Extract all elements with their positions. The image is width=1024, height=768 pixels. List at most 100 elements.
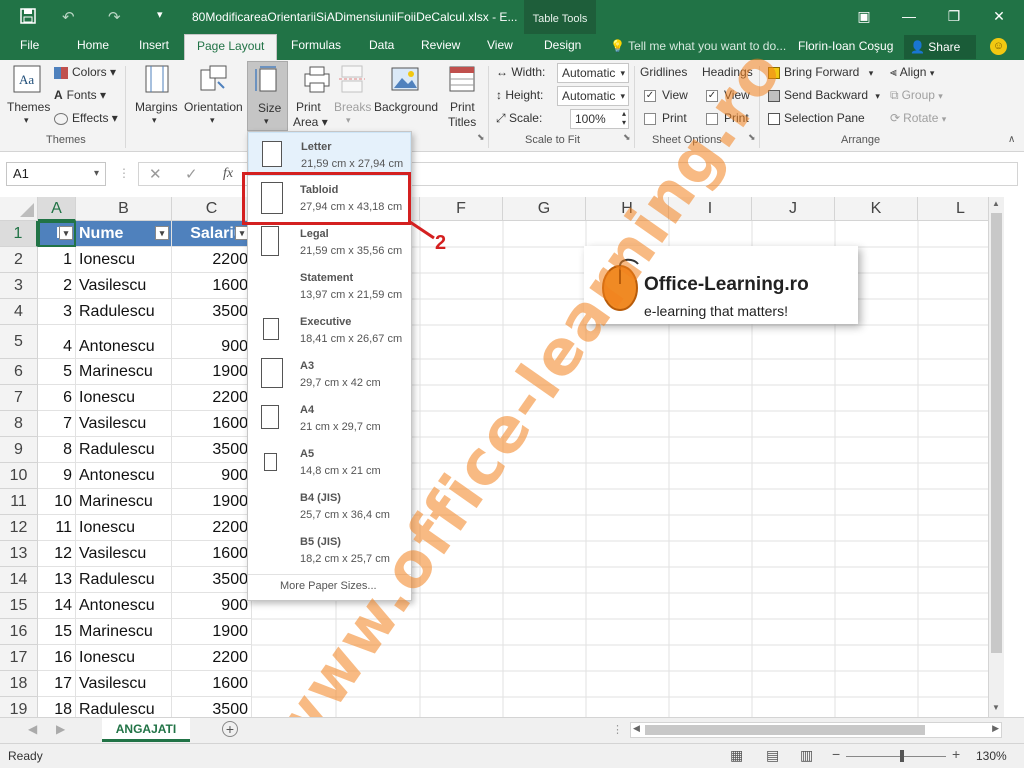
table-cell[interactable]: Antonescu (76, 325, 172, 359)
row-header[interactable]: 6 (0, 359, 38, 385)
tell-me-box[interactable]: 💡 Tell me what you want to do... (610, 39, 786, 53)
scroll-left-icon[interactable]: ◀ (633, 723, 640, 734)
table-cell[interactable]: 900 (172, 325, 252, 359)
table-cell[interactable]: Marinescu (76, 359, 172, 385)
table-cell[interactable]: 3 (38, 299, 76, 325)
table-cell[interactable]: 17 (38, 671, 76, 697)
row-header[interactable]: 1 (0, 221, 38, 247)
paper-size-statement[interactable]: Statement 13,97 cm x 21,59 cm (248, 264, 411, 308)
table-cell[interactable]: 2200 (172, 385, 252, 411)
table-cell[interactable]: 6 (38, 385, 76, 411)
row-header[interactable]: 7 (0, 385, 38, 411)
size-button[interactable]: Size ▾ (247, 61, 288, 131)
vertical-scrollbar[interactable]: ▲ ▼ (988, 197, 1004, 717)
scroll-up-icon[interactable]: ▲ (992, 199, 1000, 208)
maximize-icon[interactable]: ❐ (940, 6, 968, 26)
row-header[interactable]: 16 (0, 619, 38, 645)
height-select[interactable]: Automatic ▾ (557, 86, 629, 106)
row-header[interactable]: 13 (0, 541, 38, 567)
smiley-feedback-icon[interactable]: ☺ (990, 38, 1007, 55)
redo-icon[interactable]: ↷ (108, 8, 121, 26)
column-header-g[interactable]: G (503, 197, 586, 221)
table-cell[interactable]: 900 (172, 593, 252, 619)
select-all-corner[interactable] (0, 197, 38, 221)
print-area-button[interactable]: Print (296, 100, 321, 114)
zoom-slider-thumb[interactable] (900, 750, 904, 762)
table-cell[interactable]: Radulescu (76, 299, 172, 325)
orientation-button[interactable]: Orientation (184, 100, 243, 114)
headings-view-checkbox[interactable]: ✓ View (706, 88, 750, 102)
table-cell[interactable]: Marinescu (76, 489, 172, 515)
gridlines-print-checkbox[interactable]: Print (644, 111, 687, 125)
fonts-button[interactable]: A Fonts ▾ (54, 88, 106, 102)
width-select[interactable]: Automatic ▾ (557, 63, 629, 83)
column-header-k[interactable]: K (835, 197, 918, 221)
page-layout-view-icon[interactable]: ▤ (766, 747, 779, 764)
column-header-j[interactable]: J (752, 197, 835, 221)
print-titles-label-2[interactable]: Titles (448, 115, 476, 129)
table-cell[interactable]: Vasilescu (76, 273, 172, 299)
table-cell[interactable]: Ionescu (76, 645, 172, 671)
customize-qat-icon[interactable]: ▾ (157, 8, 163, 21)
column-header-a[interactable]: A (38, 197, 76, 221)
filter-dropdown-icon[interactable]: ▾ (59, 226, 73, 240)
collapse-ribbon-icon[interactable]: ∧ (1008, 134, 1015, 145)
orientation-icon[interactable] (198, 64, 228, 94)
name-box[interactable]: A1 ▾ (6, 162, 106, 186)
horizontal-scroll-thumb[interactable] (645, 725, 925, 735)
table-cell[interactable]: 1900 (172, 359, 252, 385)
print-area-button-line2[interactable]: Area ▾ (293, 115, 328, 129)
table-cell[interactable]: 3500 (172, 299, 252, 325)
close-icon[interactable]: ✕ (985, 6, 1013, 26)
colors-button[interactable]: Colors ▾ (54, 65, 116, 79)
scroll-down-icon[interactable]: ▼ (992, 703, 1000, 712)
table-header-cell[interactable]: Nume ▾ (76, 221, 172, 247)
table-cell[interactable]: 2200 (172, 247, 252, 273)
table-cell[interactable]: Ionescu (76, 515, 172, 541)
table-header-cell[interactable]: Salariul ▾ (172, 221, 252, 247)
zoom-level[interactable]: 130% (976, 749, 1007, 763)
minimize-icon[interactable]: — (895, 6, 923, 26)
table-cell[interactable]: 7 (38, 411, 76, 437)
tab-review[interactable]: Review (421, 38, 460, 52)
cancel-icon[interactable]: ✕ (149, 165, 162, 183)
row-header[interactable]: 10 (0, 463, 38, 489)
table-cell[interactable]: Radulescu (76, 567, 172, 593)
table-cell[interactable]: 15 (38, 619, 76, 645)
row-header[interactable]: 15 (0, 593, 38, 619)
margins-icon[interactable] (142, 64, 172, 94)
tab-design[interactable]: Design (544, 38, 581, 52)
table-cell[interactable]: Marinescu (76, 619, 172, 645)
table-cell[interactable]: 2200 (172, 645, 252, 671)
tab-file[interactable]: File (20, 38, 39, 52)
table-cell[interactable]: 3500 (172, 697, 252, 717)
row-header[interactable]: 18 (0, 671, 38, 697)
row-header[interactable]: 11 (0, 489, 38, 515)
table-cell[interactable]: 1600 (172, 411, 252, 437)
stepper-arrows-icon[interactable]: ▴ ▾ (622, 109, 626, 127)
scale-stepper[interactable]: 100% ▴ ▾ (570, 109, 629, 129)
undo-icon[interactable]: ↶ (62, 8, 75, 26)
table-cell[interactable]: Ionescu (76, 247, 172, 273)
paper-size-a3[interactable]: A3 29,7 cm x 42 cm (248, 352, 411, 396)
themes-button[interactable]: Themes (7, 100, 50, 114)
tab-formulas[interactable]: Formulas (291, 38, 341, 52)
headings-print-checkbox[interactable]: Print (706, 111, 749, 125)
table-cell[interactable]: 1600 (172, 541, 252, 567)
orientation-dropdown-icon[interactable]: ▾ (210, 115, 215, 126)
table-cell[interactable]: 12 (38, 541, 76, 567)
table-cell[interactable]: 11 (38, 515, 76, 541)
table-cell[interactable]: 3500 (172, 567, 252, 593)
table-cell[interactable]: 1900 (172, 489, 252, 515)
tab-view[interactable]: View (487, 38, 513, 52)
table-cell[interactable]: 14 (38, 593, 76, 619)
column-header-c[interactable]: C (172, 197, 252, 221)
themes-icon[interactable]: Aa (12, 64, 42, 94)
print-titles-button[interactable]: Print (450, 100, 475, 114)
paper-size-a4[interactable]: A4 21 cm x 29,7 cm (248, 396, 411, 440)
tab-insert[interactable]: Insert (139, 38, 169, 52)
row-header[interactable]: 12 (0, 515, 38, 541)
table-cell[interactable]: Radulescu (76, 437, 172, 463)
table-cell[interactable]: Antonescu (76, 463, 172, 489)
table-cell[interactable]: 2 (38, 273, 76, 299)
